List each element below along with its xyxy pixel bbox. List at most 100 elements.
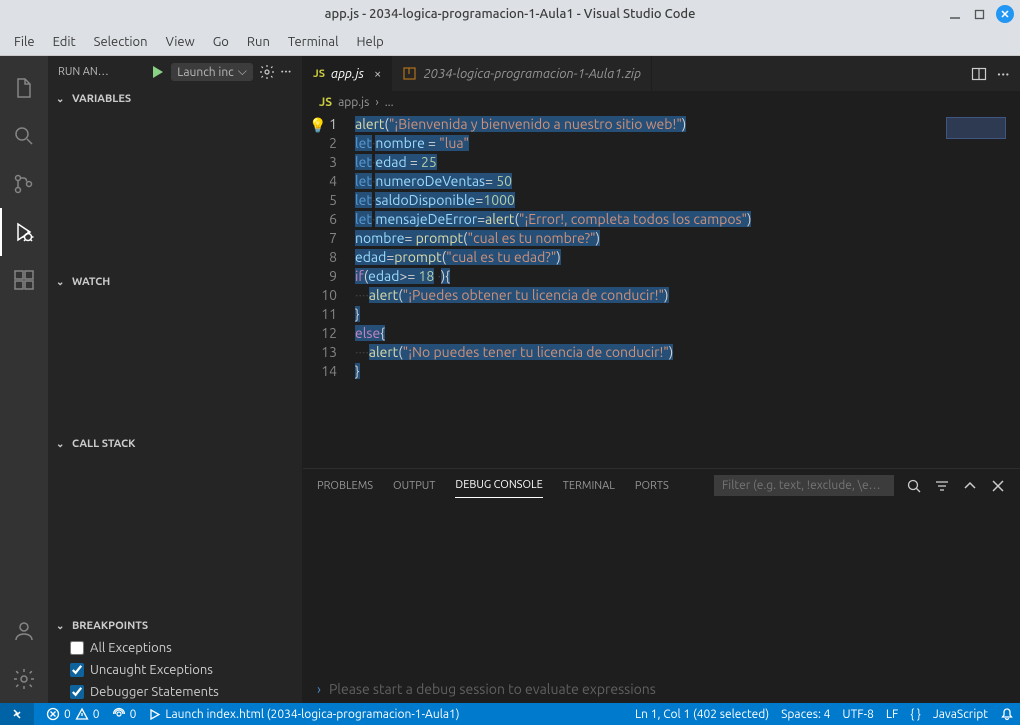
- breadcrumb[interactable]: JS app.js › ...: [303, 91, 1020, 113]
- breakpoint-label: All Exceptions: [90, 641, 172, 655]
- close-panel-icon[interactable]: [990, 478, 1006, 494]
- lightbulb-icon[interactable]: 💡: [309, 117, 326, 134]
- chevron-down-icon: ⌄: [56, 620, 68, 632]
- chevron-down-icon: ⌄: [56, 93, 68, 105]
- status-lang-braces: { }: [904, 708, 927, 721]
- panel-tab-problems[interactable]: PROBLEMS: [317, 474, 373, 498]
- menu-help[interactable]: Help: [348, 33, 391, 51]
- main: RUN AN… Launch inc ⌵ ··· ⌄ VARIABLES ⌄WATC…: [0, 56, 1020, 703]
- editor-tab[interactable]: JSapp.js×: [303, 56, 392, 91]
- debug-prompt-placeholder: Please start a debug session to evaluate…: [329, 681, 656, 697]
- maximize-icon[interactable]: [972, 7, 986, 21]
- remote-icon[interactable]: [0, 703, 34, 725]
- minimize-icon[interactable]: [948, 7, 962, 21]
- prompt-chevron-icon: ›: [317, 681, 321, 697]
- watch-body: [48, 293, 302, 433]
- status-launch[interactable]: Launch index.html (2034-logica-programac…: [142, 703, 465, 725]
- bottom-panel: PROBLEMS OUTPUT DEBUG CONSOLE TERMINAL PORTS…: [303, 468, 1020, 703]
- callstack-section-header[interactable]: ⌄CALL STACK: [48, 433, 302, 455]
- breakpoints-body: All Exceptions Uncaught Exceptions Debugge…: [48, 637, 302, 703]
- sidebar-title: RUN AN…: [58, 66, 143, 78]
- breakpoint-label: Uncaught Exceptions: [90, 663, 213, 677]
- close-icon[interactable]: ✕: [996, 5, 1014, 23]
- tab-label: 2034-logica-programacion-1-Aula1.zip: [423, 67, 641, 81]
- status-language[interactable]: JavaScript: [927, 708, 994, 721]
- chevron-down-icon: ⌄: [56, 276, 68, 288]
- menu-go[interactable]: Go: [205, 33, 237, 51]
- editor-scrollbar[interactable]: [1006, 113, 1020, 468]
- split-editor-icon[interactable]: [971, 66, 987, 82]
- extensions-icon[interactable]: [0, 256, 48, 304]
- titlebar: app.js - 2034-logica-programacion-1-Aula…: [0, 0, 1020, 28]
- more-tab-actions-icon[interactable]: ···: [997, 67, 1010, 81]
- breakpoints-section-header[interactable]: ⌄BREAKPOINTS: [48, 615, 302, 637]
- filter-input[interactable]: [714, 475, 894, 496]
- minimap[interactable]: [946, 117, 1006, 139]
- notifications-icon[interactable]: [994, 707, 1020, 721]
- breadcrumb-rest: ...: [385, 96, 394, 109]
- start-debug-icon[interactable]: [149, 64, 165, 80]
- launch-config-select[interactable]: Launch inc ⌵: [171, 63, 253, 81]
- menu-run[interactable]: Run: [239, 33, 278, 51]
- chevron-up-icon[interactable]: [962, 478, 978, 494]
- breakpoint-item[interactable]: Debugger Statements: [70, 681, 302, 703]
- search-icon[interactable]: [906, 478, 922, 494]
- activity-bar: [0, 56, 48, 703]
- status-errors[interactable]: 00: [40, 703, 106, 725]
- editor-tab[interactable]: 2034-logica-programacion-1-Aula1.zip: [392, 56, 652, 91]
- panel-tab-ports[interactable]: PORTS: [635, 474, 669, 498]
- watch-section-header[interactable]: ⌄WATCH: [48, 271, 302, 293]
- window-controls: ✕: [948, 5, 1014, 23]
- settings-gear-icon[interactable]: [0, 655, 48, 703]
- breadcrumb-sep: ›: [375, 96, 378, 109]
- status-selection[interactable]: Ln 1, Col 1 (402 selected): [629, 708, 775, 721]
- status-encoding[interactable]: UTF-8: [836, 708, 879, 721]
- source-control-icon[interactable]: [0, 160, 48, 208]
- panel-tabs: PROBLEMS OUTPUT DEBUG CONSOLE TERMINAL PORTS: [303, 469, 1020, 502]
- breakpoint-item[interactable]: Uncaught Exceptions: [70, 659, 302, 681]
- panel-tab-debug-console[interactable]: DEBUG CONSOLE: [455, 473, 542, 498]
- breakpoint-checkbox[interactable]: [70, 641, 84, 655]
- breakpoint-checkbox[interactable]: [70, 663, 84, 677]
- statusbar: 00 0 Launch index.html (2034-logica-prog…: [0, 703, 1020, 725]
- editor-area: JS app.js × 2034-logica-programacion-1-Aula…: [303, 56, 1020, 703]
- account-icon[interactable]: [0, 607, 48, 655]
- code-content[interactable]: alert("¡Bienvenida y bienvenido a nuestr…: [355, 113, 1020, 468]
- menubar: FileEditSelectionViewGoRunTerminalHelp: [0, 28, 1020, 56]
- menu-edit[interactable]: Edit: [45, 33, 84, 51]
- more-actions-icon[interactable]: ···: [281, 66, 292, 78]
- explorer-icon[interactable]: [0, 64, 48, 112]
- menu-view[interactable]: View: [158, 33, 203, 51]
- panel-tab-terminal[interactable]: TERMINAL: [563, 474, 615, 498]
- status-spaces[interactable]: Spaces: 4: [775, 708, 836, 721]
- js-file-icon: JS: [319, 96, 332, 109]
- status-eol[interactable]: LF: [880, 708, 904, 721]
- status-ports[interactable]: 0: [106, 703, 143, 725]
- editor-tabs: JSapp.js×2034-logica-programacion-1-Aula…: [303, 56, 1020, 91]
- line-gutter: 1234567891011121314: [303, 113, 355, 468]
- sidebar: RUN AN… Launch inc ⌵ ··· ⌄ VARIABLES ⌄WATC…: [48, 56, 303, 703]
- sidebar-header: RUN AN… Launch inc ⌵ ···: [48, 56, 302, 88]
- breakpoint-checkbox[interactable]: [70, 685, 84, 699]
- code-editor[interactable]: 💡 1234567891011121314 alert("¡Bienvenida…: [303, 113, 1020, 468]
- menu-file[interactable]: File: [6, 33, 43, 51]
- run-debug-icon[interactable]: [0, 208, 48, 256]
- tab-actions: ···: [961, 56, 1020, 91]
- tab-close-icon[interactable]: ×: [374, 67, 381, 81]
- menu-selection[interactable]: Selection: [86, 33, 156, 51]
- tab-label: app.js: [331, 67, 364, 81]
- variables-label: VARIABLES: [72, 93, 131, 105]
- search-icon[interactable]: [0, 112, 48, 160]
- callstack-body: [48, 455, 302, 615]
- panel-tab-output[interactable]: OUTPUT: [393, 474, 435, 498]
- breakpoint-item[interactable]: All Exceptions: [70, 637, 302, 659]
- debug-settings-icon[interactable]: [259, 64, 275, 80]
- debug-console-input[interactable]: › Please start a debug session to evalua…: [317, 681, 1006, 697]
- launch-config-label: Launch inc: [177, 66, 234, 79]
- chevron-down-icon: ⌵: [238, 65, 247, 79]
- variables-section-header[interactable]: ⌄ VARIABLES: [48, 88, 302, 110]
- menu-terminal[interactable]: Terminal: [280, 33, 347, 51]
- window-title: app.js - 2034-logica-programacion-1-Aula…: [325, 7, 696, 21]
- breadcrumb-file: app.js: [338, 96, 369, 109]
- filter-icon[interactable]: [934, 478, 950, 494]
